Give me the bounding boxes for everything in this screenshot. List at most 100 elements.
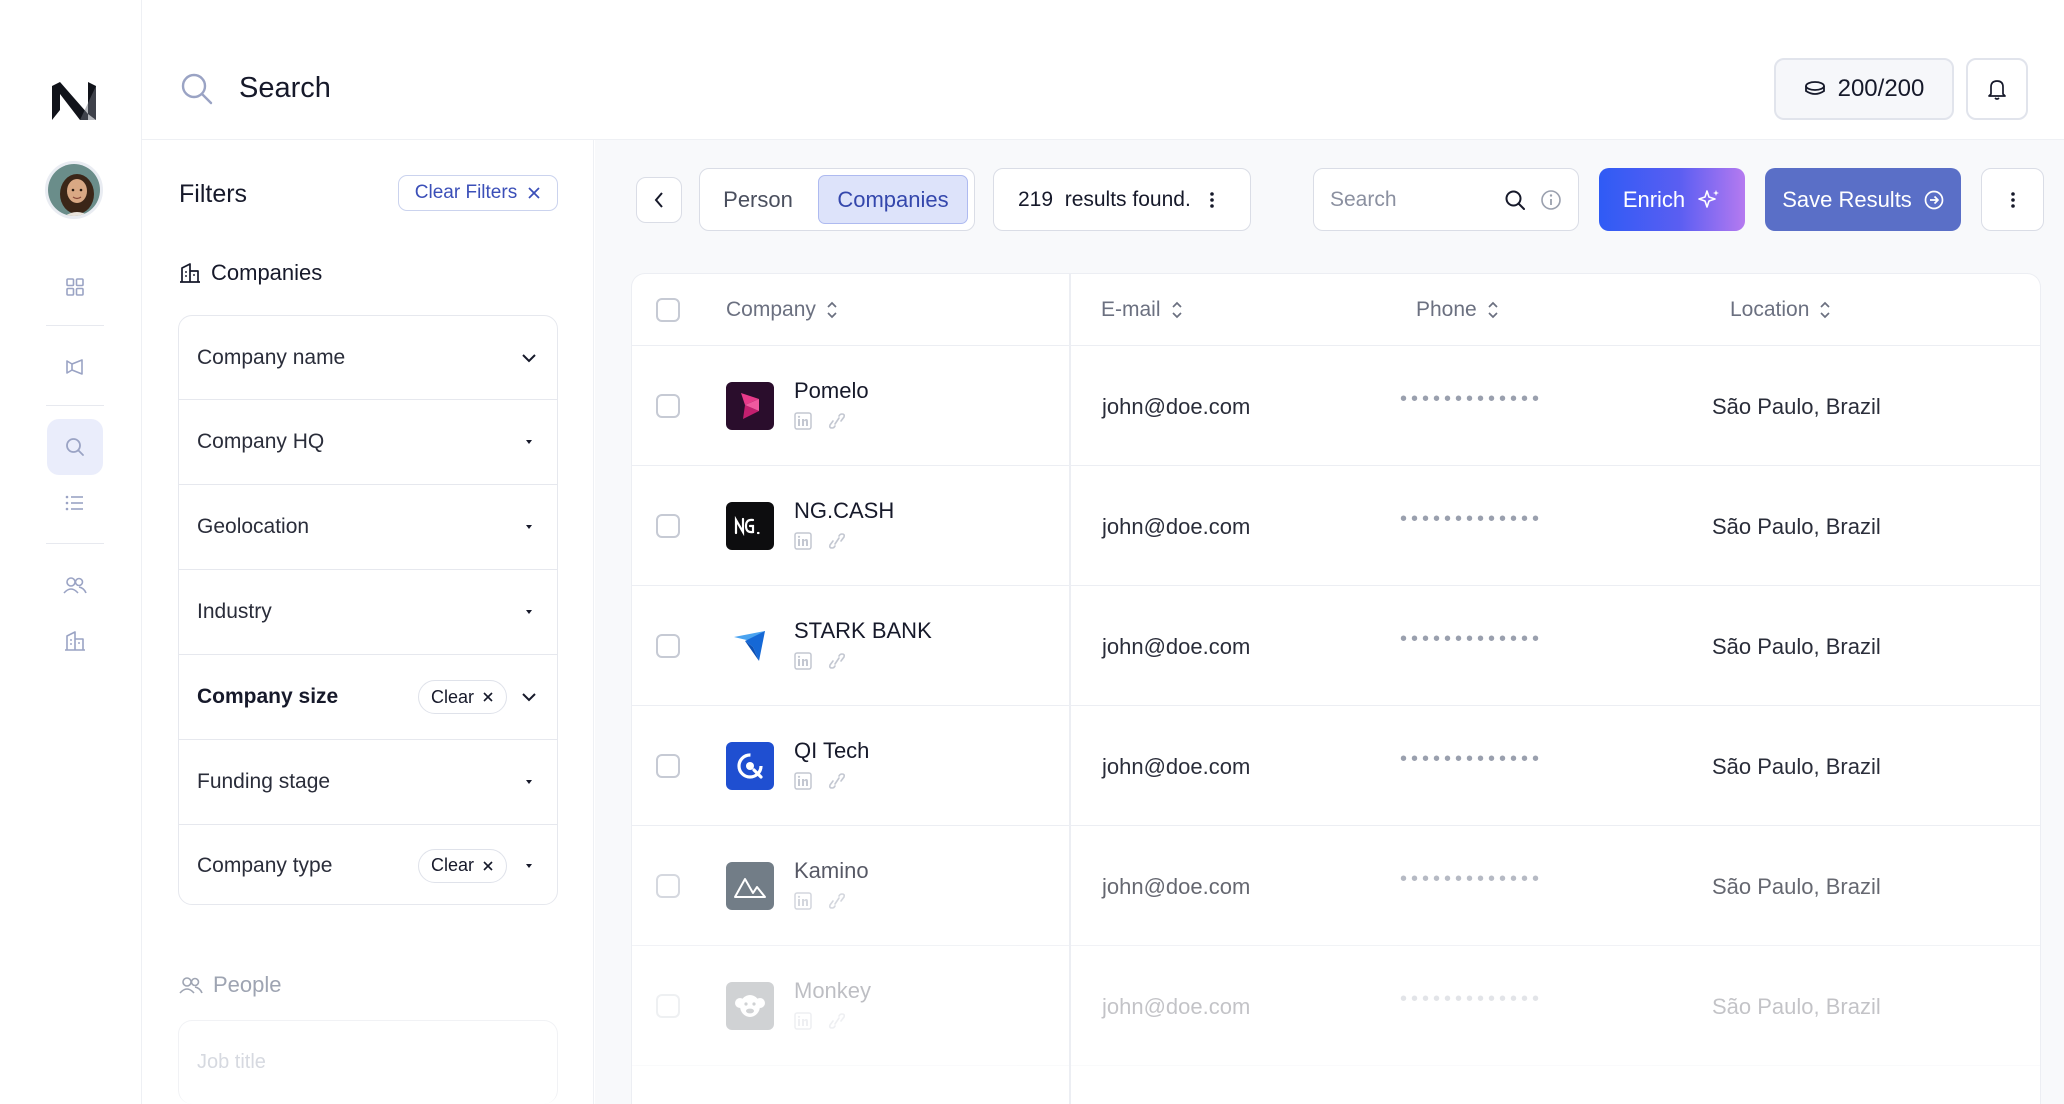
clear-filters-button[interactable]: Clear Filters <box>398 175 558 211</box>
nav-campaigns[interactable] <box>47 339 103 395</box>
back-button[interactable] <box>636 177 682 223</box>
filter-label: Funding stage <box>197 770 331 793</box>
company-email[interactable]: john@doe.com <box>1102 874 1250 900</box>
column-location[interactable]: Location <box>1730 274 1831 346</box>
chevron-down-icon <box>522 693 536 702</box>
row-checkbox[interactable] <box>656 634 680 658</box>
save-results-button[interactable]: Save Results <box>1765 168 1961 231</box>
entity-toggle: Person Companies <box>699 168 975 231</box>
sort-icon <box>827 301 837 319</box>
clear-chip[interactable]: Clear <box>417 848 507 883</box>
table-header: Company E-mail Phone Location <box>632 274 2040 346</box>
company-location: São Paulo, Brazil <box>1712 514 1881 539</box>
filter-label: Company HQ <box>197 430 325 453</box>
building-icon <box>180 263 200 283</box>
column-email[interactable]: E-mail <box>1101 274 1183 346</box>
linkedin-icon[interactable] <box>794 1012 812 1030</box>
search-icon[interactable] <box>180 72 214 106</box>
company-name[interactable]: Monkey <box>794 978 871 1004</box>
linkedin-icon[interactable] <box>794 892 812 910</box>
filter-company-name[interactable]: Company name <box>179 316 557 400</box>
row-checkbox[interactable] <box>656 874 680 898</box>
caret-down-icon <box>526 780 532 784</box>
more-options-button[interactable] <box>1981 168 2044 231</box>
table-row[interactable]: STARK BANK john@doe.com ••••••••••••• Sã… <box>632 586 2040 706</box>
tab-person[interactable]: Person <box>706 175 810 224</box>
company-email[interactable]: john@doe.com <box>1102 394 1250 420</box>
user-avatar[interactable] <box>45 161 103 219</box>
company-location: São Paulo, Brazil <box>1712 994 1881 1019</box>
row-checkbox[interactable] <box>656 994 680 1018</box>
company-phone-masked[interactable]: ••••••••••••• <box>1400 748 1543 771</box>
nav-companies[interactable] <box>47 613 103 669</box>
filter-funding-stage[interactable]: Funding stage <box>179 740 557 825</box>
app-logo[interactable] <box>50 80 100 122</box>
company-name[interactable]: Kamino <box>794 858 869 884</box>
link-icon[interactable] <box>826 532 848 550</box>
nav-lists[interactable] <box>47 475 103 531</box>
column-company[interactable]: Company <box>726 274 838 346</box>
results-text: 219 results found. <box>1018 187 1191 211</box>
company-email[interactable]: john@doe.com <box>1102 634 1250 660</box>
info-icon[interactable] <box>1540 189 1562 211</box>
row-checkbox[interactable] <box>656 514 680 538</box>
table-row[interactable]: NG.CASH john@doe.com ••••••••••••• São P… <box>632 466 2040 586</box>
company-phone-masked[interactable]: ••••••••••••• <box>1400 868 1543 891</box>
link-icon[interactable] <box>826 1012 848 1030</box>
linkedin-icon[interactable] <box>794 532 812 550</box>
table-row[interactable]: QI Tech john@doe.com ••••••••••••• São P… <box>632 706 2040 826</box>
table-row[interactable]: Pomelo john@doe.com ••••••••••••• São Pa… <box>632 346 2040 466</box>
nav-people[interactable] <box>47 557 103 613</box>
filter-label: Industry <box>197 600 272 623</box>
company-email[interactable]: john@doe.com <box>1102 994 1250 1020</box>
row-checkbox[interactable] <box>656 394 680 418</box>
save-results-label: Save Results <box>1782 186 1912 212</box>
company-name[interactable]: NG.CASH <box>794 498 894 524</box>
enrich-button[interactable]: Enrich <box>1599 168 1745 231</box>
select-all-checkbox[interactable] <box>656 274 680 346</box>
checkbox[interactable] <box>656 298 680 322</box>
sort-icon <box>1171 301 1182 319</box>
company-name[interactable]: Pomelo <box>794 378 869 404</box>
link-icon[interactable] <box>826 892 848 910</box>
results-count[interactable]: 219 results found. <box>993 168 1251 231</box>
link-icon[interactable] <box>826 412 848 430</box>
filter-company-size[interactable]: Company size Clear <box>179 655 557 740</box>
notifications-button[interactable] <box>1966 58 2028 120</box>
company-phone-masked[interactable]: ••••••••••••• <box>1400 388 1543 411</box>
tab-companies[interactable]: Companies <box>818 175 968 224</box>
company-email[interactable]: john@doe.com <box>1102 514 1250 540</box>
linkedin-icon[interactable] <box>794 652 812 670</box>
sort-icon <box>1820 301 1831 319</box>
filter-company-hq[interactable]: Company HQ <box>179 400 557 485</box>
row-checkbox[interactable] <box>656 754 680 778</box>
top-bar: Search 200/200 <box>142 0 2064 140</box>
credits-counter[interactable]: 200/200 <box>1774 58 1954 120</box>
filter-geolocation[interactable]: Geolocation <box>179 485 557 570</box>
company-name[interactable]: QI Tech <box>794 738 869 764</box>
link-icon[interactable] <box>826 652 848 670</box>
link-icon[interactable] <box>826 772 848 790</box>
company-phone-masked[interactable]: ••••••••••••• <box>1400 508 1543 531</box>
people-section-label: People <box>213 972 282 997</box>
search-icon <box>66 438 84 456</box>
linkedin-icon[interactable] <box>794 772 812 790</box>
global-search-input[interactable]: Search <box>239 72 331 105</box>
table-row[interactable]: Monkey john@doe.com ••••••••••••• São Pa… <box>632 946 2040 1066</box>
filter-job-title[interactable]: Job title <box>197 1051 266 1074</box>
company-email[interactable]: john@doe.com <box>1102 754 1250 780</box>
close-icon <box>528 187 540 199</box>
nav-dashboard[interactable] <box>47 259 103 315</box>
nav-search[interactable] <box>47 419 103 475</box>
column-phone[interactable]: Phone <box>1416 274 1499 346</box>
filter-industry[interactable]: Industry <box>179 570 557 655</box>
company-phone-masked[interactable]: ••••••••••••• <box>1400 988 1543 1011</box>
clear-chip[interactable]: Clear <box>417 680 507 714</box>
results-table: Company E-mail Phone Location Pomelo joh… <box>631 273 2041 1104</box>
company-phone-masked[interactable]: ••••••••••••• <box>1400 628 1543 651</box>
table-row[interactable]: Kamino john@doe.com ••••••••••••• São Pa… <box>632 826 2040 946</box>
company-name[interactable]: STARK BANK <box>794 618 932 644</box>
filter-company-type[interactable]: Company type Clear <box>179 825 557 904</box>
results-search-input[interactable]: Search <box>1313 168 1579 231</box>
linkedin-icon[interactable] <box>794 412 812 430</box>
